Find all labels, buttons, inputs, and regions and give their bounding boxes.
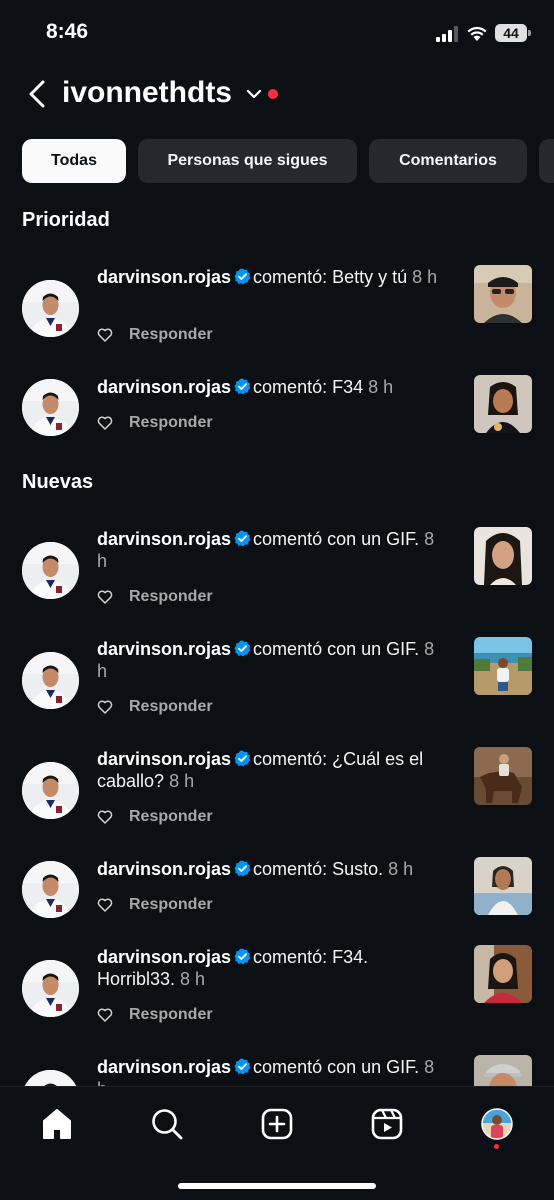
post-thumbnail[interactable] bbox=[474, 265, 532, 323]
verified-badge-icon bbox=[234, 268, 251, 285]
verified-badge-icon bbox=[234, 530, 251, 547]
status-time: 8:46 bbox=[46, 20, 89, 43]
heart-icon[interactable] bbox=[97, 809, 113, 825]
tab-more[interactable] bbox=[539, 139, 554, 183]
commenter-avatar[interactable] bbox=[22, 542, 79, 599]
reply-button[interactable]: Responder bbox=[129, 896, 213, 914]
comment-text: comentó con un GIF. bbox=[253, 1057, 420, 1077]
timestamp: 8 h bbox=[368, 377, 394, 397]
timestamp: 8 h bbox=[388, 859, 414, 879]
battery-icon: 44 bbox=[495, 24, 531, 42]
status-bar: 8:46 44 bbox=[0, 0, 554, 66]
account-notification-dot bbox=[268, 89, 278, 99]
post-thumbnail[interactable] bbox=[474, 747, 532, 805]
search-icon[interactable] bbox=[150, 1107, 184, 1141]
commenter-username[interactable]: darvinson.rojas bbox=[97, 749, 231, 769]
verified-badge-icon bbox=[234, 1058, 251, 1075]
wifi-icon bbox=[467, 26, 487, 41]
account-username[interactable]: ivonnethdts bbox=[62, 76, 232, 110]
comment-text: comentó con un GIF. bbox=[253, 639, 420, 659]
notification-text: darvinson.rojascomentó con un GIF. 8 h bbox=[97, 528, 449, 572]
timestamp: 8 h bbox=[412, 267, 438, 287]
commenter-avatar[interactable] bbox=[22, 762, 79, 819]
reply-button[interactable]: Responder bbox=[129, 698, 213, 716]
heart-icon[interactable] bbox=[97, 327, 113, 343]
chevron-left-icon[interactable] bbox=[26, 79, 48, 109]
filter-tabs: Todas Personas que sigues Comentarios bbox=[0, 139, 554, 183]
tab-personas-que-sigues[interactable]: Personas que sigues bbox=[138, 139, 357, 183]
heart-icon[interactable] bbox=[97, 1007, 113, 1023]
notification-text: darvinson.rojas comentó: F34 8 h bbox=[97, 376, 449, 398]
verified-badge-icon bbox=[234, 860, 251, 877]
commenter-avatar[interactable] bbox=[22, 379, 79, 436]
heart-icon[interactable] bbox=[97, 415, 113, 431]
tab-comentarios[interactable]: Comentarios bbox=[369, 139, 527, 183]
home-indicator bbox=[178, 1183, 376, 1189]
comment-text: comentó: Betty y tú bbox=[253, 267, 408, 287]
section-title-priority: Prioridad bbox=[22, 209, 110, 231]
chevron-down-icon[interactable] bbox=[246, 88, 262, 100]
verified-badge-icon bbox=[234, 948, 251, 965]
reply-button[interactable]: Responder bbox=[129, 414, 213, 432]
commenter-avatar[interactable] bbox=[22, 652, 79, 709]
post-thumbnail[interactable] bbox=[474, 375, 532, 433]
commenter-username[interactable]: darvinson.rojas bbox=[97, 1057, 231, 1077]
reply-button[interactable]: Responder bbox=[129, 808, 213, 826]
tab-todas[interactable]: Todas bbox=[22, 139, 126, 183]
profile-avatar[interactable] bbox=[480, 1107, 514, 1141]
commenter-avatar[interactable] bbox=[22, 960, 79, 1017]
heart-icon[interactable] bbox=[97, 897, 113, 913]
notification-text: darvinson.rojas comentó: Susto. 8 h bbox=[97, 858, 449, 880]
verified-badge-icon bbox=[234, 640, 251, 657]
heart-icon[interactable] bbox=[97, 589, 113, 605]
heart-icon[interactable] bbox=[97, 699, 113, 715]
profile-notification-dot bbox=[494, 1144, 499, 1149]
commenter-username[interactable]: darvinson.rojas bbox=[97, 947, 231, 967]
comment-text: comentó con un GIF. bbox=[253, 529, 420, 549]
home-icon[interactable] bbox=[40, 1107, 74, 1141]
battery-level: 44 bbox=[495, 24, 527, 42]
commenter-username[interactable]: darvinson.rojas bbox=[97, 529, 231, 549]
plus-square-icon[interactable] bbox=[260, 1107, 294, 1141]
reply-button[interactable]: Responder bbox=[129, 1006, 213, 1024]
post-thumbnail[interactable] bbox=[474, 637, 532, 695]
notification-text: darvinson.rojas comentó: F34. Horribl33. … bbox=[97, 946, 449, 990]
comment-text: comentó: F34 bbox=[253, 377, 364, 397]
timestamp: 8 h bbox=[169, 771, 195, 791]
post-thumbnail[interactable] bbox=[474, 857, 532, 915]
commenter-username[interactable]: darvinson.rojas bbox=[97, 859, 231, 879]
commenter-username[interactable]: darvinson.rojas bbox=[97, 267, 231, 287]
cellular-signal-icon bbox=[436, 26, 458, 42]
verified-badge-icon bbox=[234, 378, 251, 395]
post-thumbnail[interactable] bbox=[474, 527, 532, 585]
notification-text: darvinson.rojas comentó: Betty y tú 8 h bbox=[97, 266, 449, 288]
commenter-avatar[interactable] bbox=[22, 280, 79, 337]
notification-text: darvinson.rojas comentó: ¿Cuál es el caba… bbox=[97, 748, 449, 792]
commenter-avatar[interactable] bbox=[22, 861, 79, 918]
verified-badge-icon bbox=[234, 750, 251, 767]
commenter-username[interactable]: darvinson.rojas bbox=[97, 377, 231, 397]
comment-text: comentó: Susto. bbox=[253, 859, 384, 879]
reels-icon[interactable] bbox=[370, 1107, 404, 1141]
commenter-username[interactable]: darvinson.rojas bbox=[97, 639, 231, 659]
reply-button[interactable]: Responder bbox=[129, 326, 213, 344]
section-title-new: Nuevas bbox=[22, 471, 94, 493]
reply-button[interactable]: Responder bbox=[129, 588, 213, 606]
post-thumbnail[interactable] bbox=[474, 945, 532, 1003]
timestamp: 8 h bbox=[180, 969, 206, 989]
notification-text: darvinson.rojascomentó con un GIF. 8 h bbox=[97, 638, 449, 682]
